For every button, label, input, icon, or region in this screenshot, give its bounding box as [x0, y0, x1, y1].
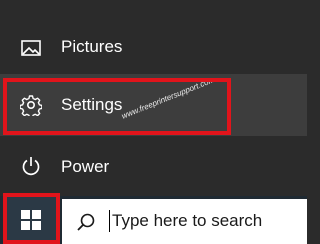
- pictures-icon: [20, 37, 42, 59]
- menu-item-power[interactable]: Power: [0, 138, 307, 196]
- menu-item-pictures[interactable]: Pictures: [0, 18, 307, 76]
- search-placeholder: Type here to search: [112, 211, 263, 230]
- settings-highlight-box: [3, 78, 231, 135]
- taskbar-search-box[interactable]: Type here to search: [62, 199, 307, 244]
- power-icon: [20, 155, 42, 177]
- text-cursor: [109, 210, 110, 232]
- search-icon: [76, 212, 96, 237]
- menu-item-label: Power: [61, 157, 110, 176]
- start-highlight-box: [3, 193, 60, 244]
- menu-item-label: Pictures: [61, 37, 123, 56]
